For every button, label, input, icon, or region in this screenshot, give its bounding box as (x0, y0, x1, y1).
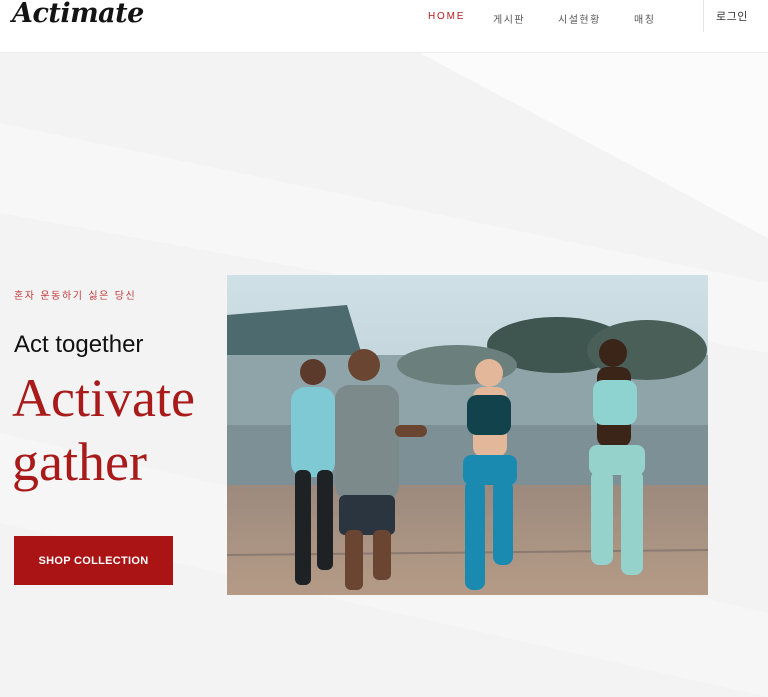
runners-illustration (227, 275, 708, 595)
nav-board[interactable]: 게시판 (493, 11, 525, 26)
hero-heading: Activate gather (12, 366, 222, 494)
login-link[interactable]: 로그인 (716, 8, 748, 24)
nav-home[interactable]: HOME (428, 11, 465, 22)
hero-photo-runners (227, 275, 708, 595)
hero-heading-line2: gather (12, 432, 147, 492)
site-header: Actimate HOME 게시판 시설현황 매칭 로그인 (0, 0, 768, 53)
hero-subheading: Act together (14, 331, 144, 358)
nav-facilities[interactable]: 시설현황 (558, 11, 601, 26)
nav-matching[interactable]: 매칭 (634, 11, 655, 26)
hero-tagline: 혼자 운동하기 싫은 당신 (14, 291, 137, 302)
hero-heading-line1: Activate (12, 368, 195, 428)
shop-collection-button[interactable]: SHOP COLLECTION (14, 536, 173, 585)
logo[interactable]: Actimate (12, 0, 144, 29)
nav-divider (703, 0, 704, 32)
